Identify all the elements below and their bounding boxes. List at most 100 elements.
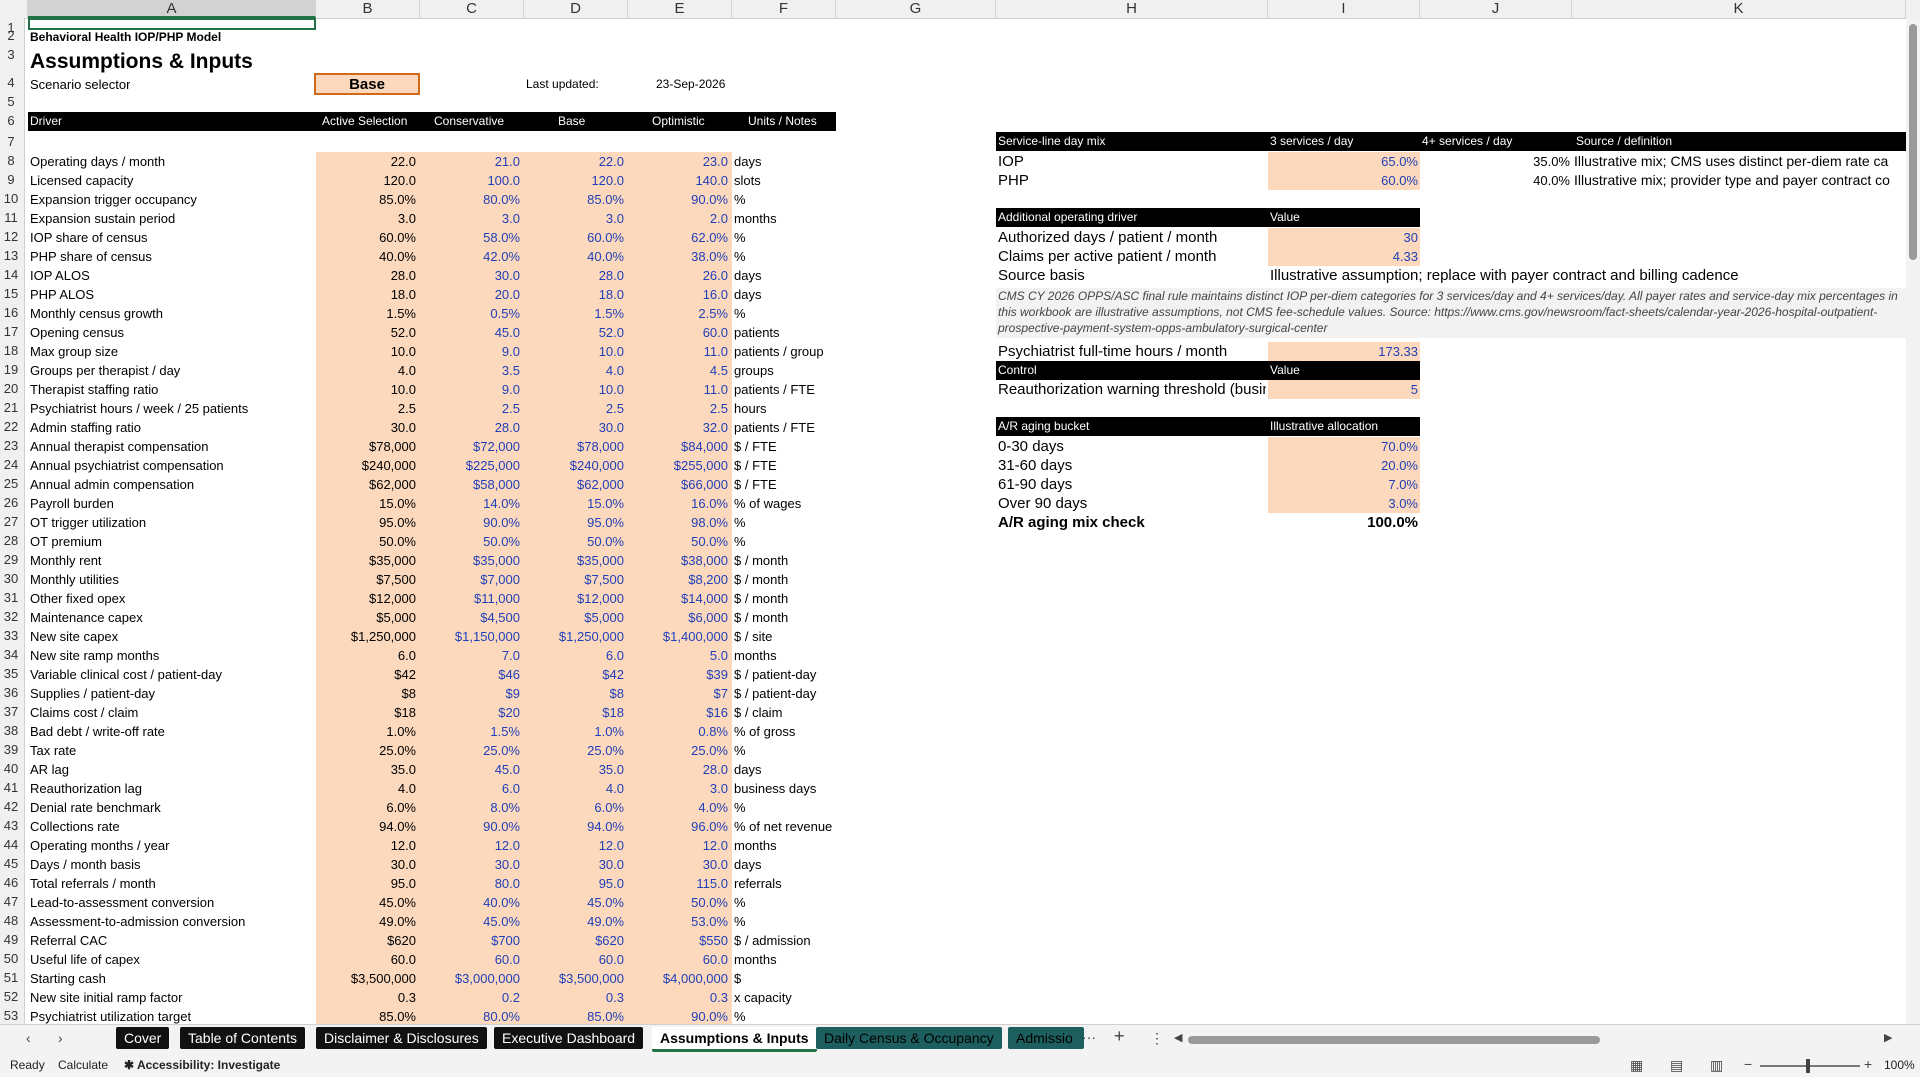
base-value[interactable]: 50.0% xyxy=(524,532,628,551)
base-value[interactable]: $12,000 xyxy=(524,589,628,608)
zoom-slider-handle[interactable] xyxy=(1806,1059,1810,1073)
units-note[interactable]: days xyxy=(734,152,838,171)
tab-table-of-contents[interactable]: Table of Contents xyxy=(180,1027,305,1049)
conservative-value[interactable]: $3,000,000 xyxy=(420,969,524,988)
units-note[interactable]: patients / FTE xyxy=(734,380,838,399)
base-value[interactable]: $18 xyxy=(524,703,628,722)
base-value[interactable]: 1.0% xyxy=(524,722,628,741)
row-number[interactable]: 21 xyxy=(0,398,22,417)
zoom-in-icon[interactable]: + xyxy=(1864,1054,1872,1074)
units-note[interactable]: % xyxy=(734,532,838,551)
page-break-preview-icon[interactable]: ▥ xyxy=(1710,1055,1723,1075)
units-note[interactable]: % of wages xyxy=(734,494,838,513)
row-number[interactable]: 36 xyxy=(0,683,22,702)
units-note[interactable]: % xyxy=(734,912,838,931)
row-number[interactable]: 4 xyxy=(0,73,22,92)
row-number[interactable]: 30 xyxy=(0,569,22,588)
base-value[interactable]: $35,000 xyxy=(524,551,628,570)
base-value[interactable]: 52.0 xyxy=(524,323,628,342)
base-value[interactable]: 10.0 xyxy=(524,342,628,361)
base-value[interactable]: 2.5 xyxy=(524,399,628,418)
page-layout-icon[interactable]: ▤ xyxy=(1670,1055,1683,1075)
conservative-value[interactable]: 1.5% xyxy=(420,722,524,741)
more-tabs-icon[interactable]: ··· xyxy=(1082,1027,1096,1047)
active-selection-value[interactable]: 2.5 xyxy=(316,399,420,418)
row-number[interactable]: 10 xyxy=(0,189,22,208)
tab-assumptions-inputs[interactable]: Assumptions & Inputs xyxy=(652,1027,817,1052)
active-selection-value[interactable]: $240,000 xyxy=(316,456,420,475)
reauth-threshold-value[interactable]: 5 xyxy=(1268,380,1420,399)
active-selection-value[interactable]: $3,500,000 xyxy=(316,969,420,988)
active-selection-value[interactable]: $620 xyxy=(316,931,420,950)
row-number[interactable]: 35 xyxy=(0,664,22,683)
units-note[interactable]: patients xyxy=(734,323,838,342)
units-note[interactable]: groups xyxy=(734,361,838,380)
active-selection-value[interactable]: $8 xyxy=(316,684,420,703)
base-value[interactable]: $62,000 xyxy=(524,475,628,494)
optimistic-value[interactable]: 38.0% xyxy=(628,247,732,266)
row-number[interactable]: 34 xyxy=(0,645,22,664)
base-value[interactable]: $8 xyxy=(524,684,628,703)
units-note[interactable]: patients / group xyxy=(734,342,838,361)
optimistic-value[interactable]: 90.0% xyxy=(628,190,732,209)
row-number[interactable]: 12 xyxy=(0,227,22,246)
active-selection-value[interactable]: 60.0 xyxy=(316,950,420,969)
active-selection-value[interactable]: 6.0 xyxy=(316,646,420,665)
optimistic-value[interactable]: 2.5 xyxy=(628,399,732,418)
conservative-value[interactable]: 30.0 xyxy=(420,855,524,874)
row-number[interactable]: 37 xyxy=(0,702,22,721)
base-value[interactable]: 3.0 xyxy=(524,209,628,228)
optimistic-value[interactable]: $1,400,000 xyxy=(628,627,732,646)
service-mix-iop-source[interactable]: Illustrative mix; CMS uses distinct per-… xyxy=(1574,152,1904,171)
optimistic-value[interactable]: 0.8% xyxy=(628,722,732,741)
base-value[interactable]: 0.3 xyxy=(524,988,628,1007)
optimistic-value[interactable]: 2.0 xyxy=(628,209,732,228)
base-value[interactable]: $620 xyxy=(524,931,628,950)
conservative-value[interactable]: 30.0 xyxy=(420,266,524,285)
conservative-value[interactable]: 60.0 xyxy=(420,950,524,969)
row-number[interactable]: 15 xyxy=(0,284,22,303)
tab-executive-dashboard[interactable]: Executive Dashboard xyxy=(494,1027,644,1049)
active-selection-value[interactable]: 4.0 xyxy=(316,361,420,380)
scroll-right-icon[interactable]: ▶ xyxy=(1884,1028,1892,1048)
base-value[interactable]: $5,000 xyxy=(524,608,628,627)
optimistic-value[interactable]: $66,000 xyxy=(628,475,732,494)
ar-bucket-value[interactable]: 7.0% xyxy=(1268,475,1420,494)
active-selection-value[interactable]: 4.0 xyxy=(316,779,420,798)
conservative-value[interactable]: 80.0 xyxy=(420,874,524,893)
conservative-value[interactable]: $11,000 xyxy=(420,589,524,608)
units-note[interactable]: $ / patient-day xyxy=(734,684,838,703)
conservative-value[interactable]: $72,000 xyxy=(420,437,524,456)
units-note[interactable]: slots xyxy=(734,171,838,190)
units-note[interactable]: days xyxy=(734,855,838,874)
optimistic-value[interactable]: 0.3 xyxy=(628,988,732,1007)
conservative-value[interactable]: 21.0 xyxy=(420,152,524,171)
active-selection-value[interactable]: $18 xyxy=(316,703,420,722)
row-number[interactable]: 41 xyxy=(0,778,22,797)
row-number[interactable]: 28 xyxy=(0,531,22,550)
ar-bucket-value[interactable]: 20.0% xyxy=(1268,456,1420,475)
optimistic-value[interactable]: $14,000 xyxy=(628,589,732,608)
row-number[interactable]: 49 xyxy=(0,930,22,949)
service-mix-php-3[interactable]: 60.0% xyxy=(1268,171,1420,190)
prev-sheet-icon[interactable]: ‹ xyxy=(26,1028,31,1048)
service-mix-iop-4[interactable]: 35.0% xyxy=(1420,152,1572,171)
base-value[interactable]: 10.0 xyxy=(524,380,628,399)
optimistic-value[interactable]: $7 xyxy=(628,684,732,703)
base-value[interactable]: $42 xyxy=(524,665,628,684)
row-number[interactable]: 22 xyxy=(0,417,22,436)
optimistic-value[interactable]: 60.0 xyxy=(628,323,732,342)
active-selection-value[interactable]: 28.0 xyxy=(316,266,420,285)
source-basis-value[interactable]: Illustrative assumption; replace with pa… xyxy=(1270,266,1900,285)
active-selection-value[interactable]: 95.0% xyxy=(316,513,420,532)
zoom-out-icon[interactable]: − xyxy=(1744,1054,1752,1074)
optimistic-value[interactable]: $6,000 xyxy=(628,608,732,627)
row-number[interactable]: 3 xyxy=(0,45,22,64)
optimistic-value[interactable]: 26.0 xyxy=(628,266,732,285)
conservative-value[interactable]: 100.0 xyxy=(420,171,524,190)
claims-per-patient-value[interactable]: 4.33 xyxy=(1268,247,1420,266)
base-value[interactable]: 22.0 xyxy=(524,152,628,171)
active-selection-value[interactable]: 95.0 xyxy=(316,874,420,893)
active-selection-value[interactable]: 10.0 xyxy=(316,342,420,361)
scroll-left-icon[interactable]: ◀ xyxy=(1174,1028,1182,1048)
